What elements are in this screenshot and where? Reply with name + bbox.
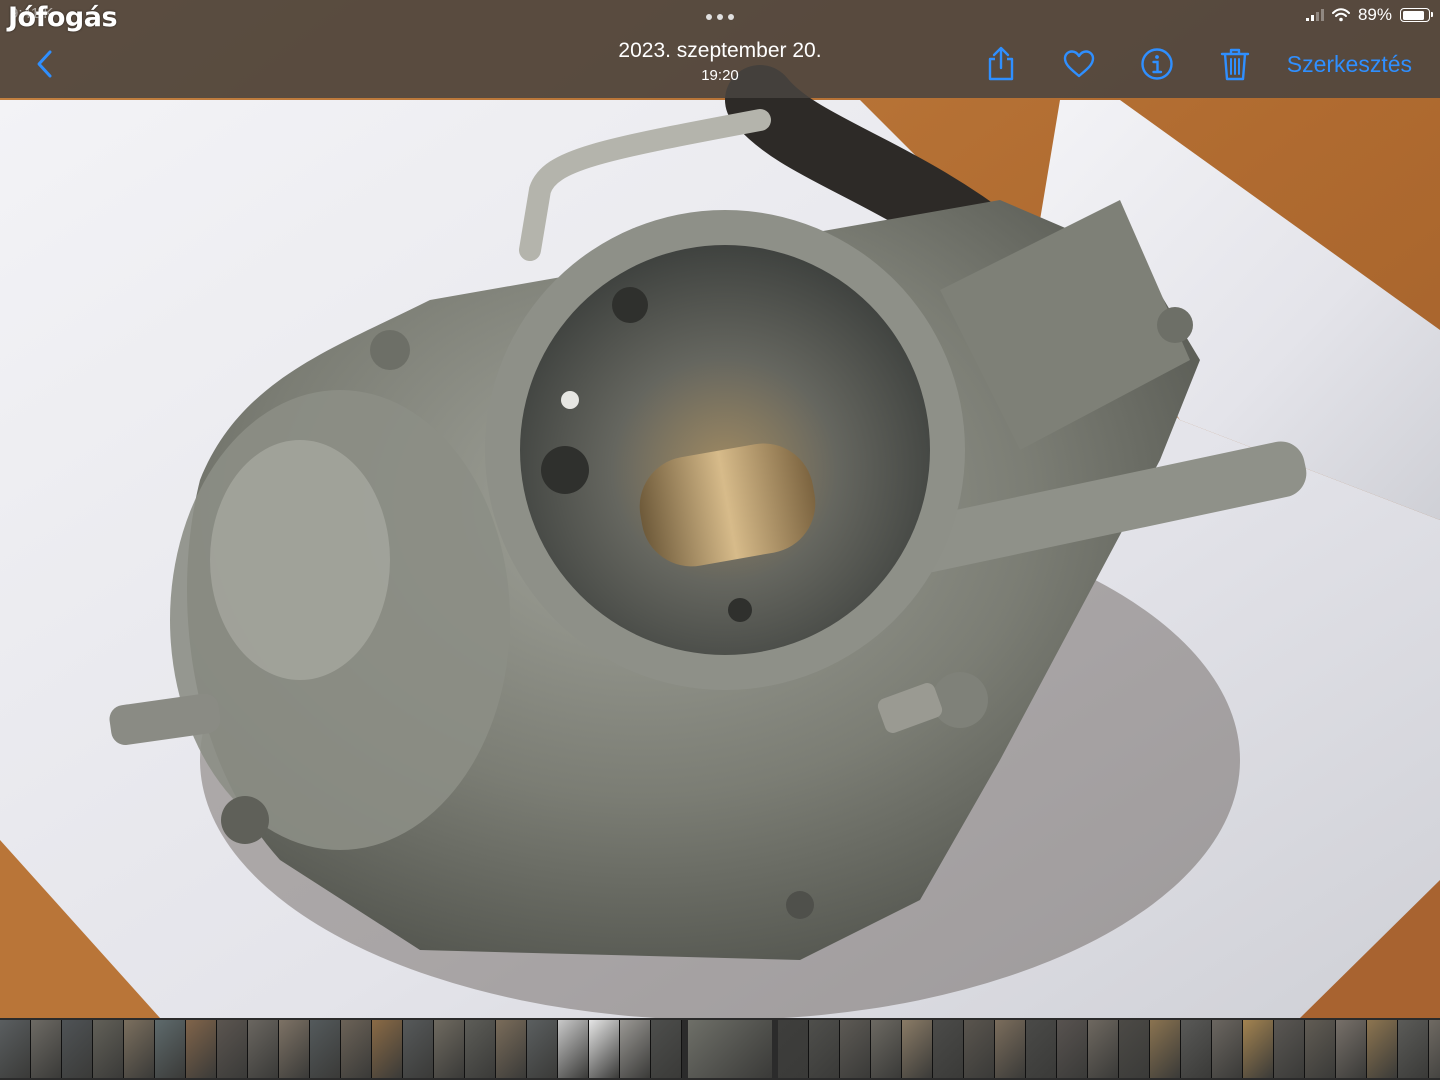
thumbnail[interactable] [1429,1020,1440,1078]
wifi-icon [1331,8,1350,22]
thumbnail[interactable] [1212,1020,1243,1078]
thumbnail[interactable] [1088,1020,1119,1078]
thumbnail[interactable] [186,1020,217,1078]
thumbnail[interactable] [31,1020,62,1078]
signal-icon [1305,9,1324,21]
thumbnail[interactable] [809,1020,840,1078]
battery-percent: 89% [1357,5,1392,24]
chevron-left-icon [37,50,52,78]
thumbnail[interactable] [124,1020,155,1078]
thumbnail[interactable] [620,1020,651,1078]
thumbnail[interactable] [964,1020,995,1078]
thumbnail[interactable] [1119,1020,1150,1078]
photo-view[interactable] [0,0,1440,1080]
thumbnail-strip[interactable] [0,1018,1440,1080]
thumbnail[interactable] [341,1020,372,1078]
thumbnail[interactable] [217,1020,248,1078]
thumbnail[interactable] [1057,1020,1088,1078]
favorite-button[interactable] [1057,42,1101,86]
info-button[interactable] [1135,42,1179,86]
thumbnail[interactable] [840,1020,871,1078]
thumbnail[interactable] [310,1020,341,1078]
thumbnail[interactable] [496,1020,527,1078]
thumbnail[interactable] [1367,1020,1398,1078]
status-indicators: 89% [1305,4,1433,26]
watermark-logo: Jófogás [8,2,118,33]
edit-button[interactable]: Szerkesztés [1287,51,1412,78]
thumbnail[interactable] [1243,1020,1274,1078]
thumbnail[interactable] [527,1020,558,1078]
thumbnail[interactable] [372,1020,403,1078]
carburetor-photo [0,0,1440,1080]
delete-button[interactable] [1213,42,1257,86]
thumbnail[interactable] [62,1020,93,1078]
thumbnail[interactable] [902,1020,933,1078]
thumbnail[interactable] [995,1020,1026,1078]
thumbnail[interactable] [1398,1020,1429,1078]
info-icon [1141,48,1173,80]
photo-date: 2023. szeptember 20. [618,39,822,62]
thumbnail[interactable] [1026,1020,1057,1078]
thumbnail[interactable] [1181,1020,1212,1078]
thumbnail[interactable] [1305,1020,1336,1078]
thumbnail[interactable] [933,1020,964,1078]
thumbnail[interactable] [434,1020,465,1078]
thumbnail[interactable] [589,1020,620,1078]
trash-icon [1220,48,1249,81]
thumbnail[interactable] [1150,1020,1181,1078]
thumbnail[interactable] [871,1020,902,1078]
thumbnail[interactable] [558,1020,589,1078]
more-dots-icon[interactable] [703,10,737,24]
heart-icon [1063,50,1094,78]
back-button[interactable] [28,44,60,84]
thumbnail[interactable] [248,1020,279,1078]
share-icon [988,46,1013,81]
thumbnail[interactable] [403,1020,434,1078]
top-bar: 9:41 K Jófogás 89% 2023. szeptember 20. … [0,0,1440,98]
battery-icon [1400,8,1433,22]
thumbnail[interactable] [1336,1020,1367,1078]
thumbnail[interactable] [279,1020,310,1078]
toolbar-actions: Szerkesztés [945,42,1412,86]
thumbnail-selected[interactable] [688,1020,772,1078]
photo-title: 2023. szeptember 20. 19:20 [470,38,970,86]
thumbnail[interactable] [0,1020,31,1078]
thumbnail[interactable] [93,1020,124,1078]
thumbnail[interactable] [1274,1020,1305,1078]
thumbnail[interactable] [155,1020,186,1078]
thumbnail-list [0,1020,1440,1078]
thumbnail[interactable] [651,1020,682,1078]
thumbnail[interactable] [778,1020,809,1078]
photo-time: 19:20 [701,67,739,84]
share-button[interactable] [979,42,1023,86]
thumbnail[interactable] [465,1020,496,1078]
